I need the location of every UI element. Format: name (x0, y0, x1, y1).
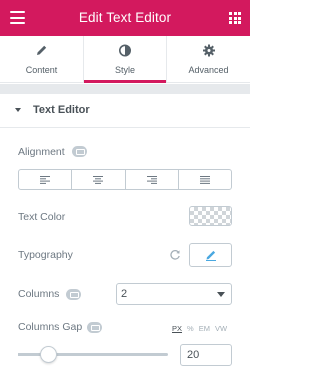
align-justify-button[interactable] (179, 170, 231, 189)
align-right-button[interactable] (126, 170, 179, 189)
caret-down-icon (15, 108, 21, 112)
tab-content[interactable]: Content (0, 36, 83, 83)
columns-gap-label: Columns Gap (18, 321, 83, 333)
columns-value: 2 (121, 288, 128, 300)
section-title: Text Editor (33, 104, 90, 116)
tab-divider (83, 36, 84, 83)
align-center-button[interactable] (72, 170, 126, 189)
tab-divider (166, 36, 167, 83)
responsive-icon[interactable] (87, 322, 102, 333)
tab-advanced-label: Advanced (188, 65, 229, 75)
align-justify-icon (199, 175, 210, 184)
panel-title: Edit Text Editor (78, 10, 172, 25)
reset-icon[interactable] (169, 249, 181, 261)
pencil-icon (206, 250, 216, 261)
text-color-label: Text Color (18, 211, 66, 223)
text-color-picker[interactable] (189, 206, 232, 226)
columns-label: Columns (18, 288, 60, 300)
responsive-icon[interactable] (72, 146, 87, 157)
alignment-control (18, 169, 232, 190)
alignment-label: Alignment (18, 146, 65, 158)
section-spacer (0, 84, 250, 94)
pencil-icon (36, 45, 46, 55)
unit-em[interactable]: EM (199, 324, 210, 333)
columns-gap-value: 20 (187, 349, 200, 361)
tab-style[interactable]: Style (84, 36, 166, 83)
tab-content-label: Content (25, 65, 58, 75)
unit-vw[interactable]: VW (215, 324, 227, 333)
align-center-icon (93, 175, 104, 184)
align-left-button[interactable] (19, 170, 73, 189)
section-header-text-editor[interactable]: Text Editor (0, 94, 250, 128)
typography-label: Typography (18, 249, 73, 261)
chevron-down-icon (217, 292, 225, 297)
align-right-icon (146, 175, 157, 184)
align-left-icon (40, 175, 51, 184)
panel-tabs: Content Style Advanced (0, 36, 250, 83)
unit-px[interactable]: PX (172, 324, 182, 333)
tab-style-label: Style (114, 65, 135, 75)
columns-gap-input[interactable]: 20 (180, 344, 232, 366)
columns-select[interactable]: 2 (116, 283, 232, 305)
unit-percent[interactable]: % (187, 324, 194, 333)
contrast-icon (119, 44, 131, 57)
gear-icon (202, 44, 215, 57)
panel-header: Edit Text Editor (0, 0, 250, 36)
tab-advanced[interactable]: Advanced (167, 36, 250, 83)
widgets-grid-icon[interactable] (229, 12, 241, 24)
typography-edit-button[interactable] (189, 243, 232, 267)
unit-switcher: PX % EM VW (172, 324, 232, 333)
columns-gap-slider-handle[interactable] (39, 346, 57, 363)
responsive-icon[interactable] (66, 289, 81, 300)
